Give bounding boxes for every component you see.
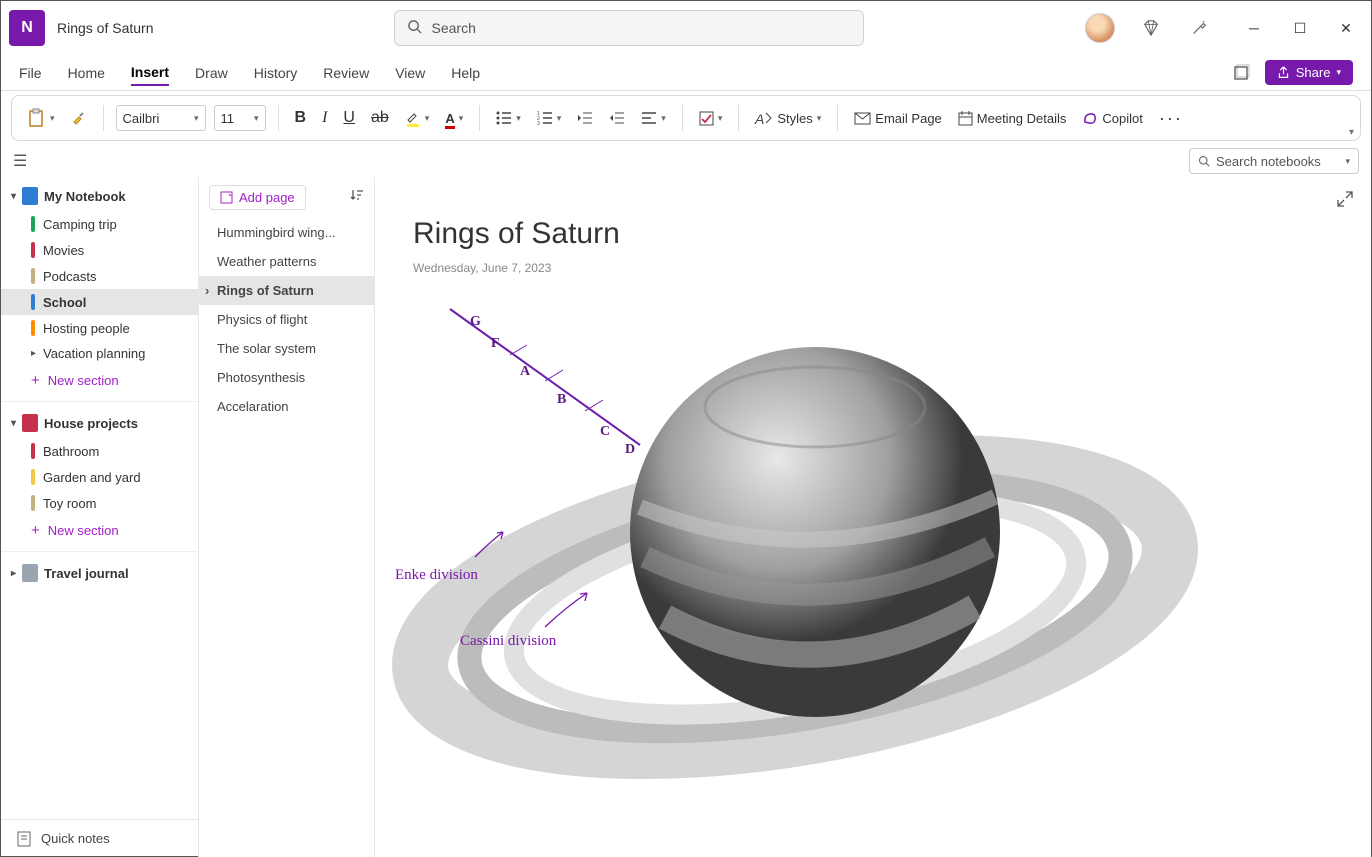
bold-button[interactable]: B <box>291 105 311 131</box>
menu-help[interactable]: Help <box>451 61 480 85</box>
page-item[interactable]: Rings of Saturn <box>199 276 374 305</box>
maximize-button[interactable]: ☐ <box>1291 19 1309 37</box>
tools-icon[interactable] <box>1187 16 1211 40</box>
share-label: Share <box>1296 65 1331 80</box>
page-item[interactable]: The solar system <box>199 334 374 363</box>
menu-home[interactable]: Home <box>68 61 105 85</box>
meeting-details-button[interactable]: Meeting Details <box>954 107 1071 130</box>
search-input[interactable]: Search <box>394 10 864 46</box>
page-item[interactable]: Accelaration <box>199 392 374 421</box>
secondary-bar: ☰ Search notebooks ▾ <box>1 145 1371 177</box>
strike-button[interactable]: ab <box>367 105 393 131</box>
section-item[interactable]: Hosting people <box>1 315 198 341</box>
bullets-button[interactable]: ▾ <box>492 107 525 129</box>
page-date: Wednesday, June 7, 2023 <box>413 261 551 275</box>
menu-file[interactable]: File <box>19 61 42 85</box>
new-section-button[interactable]: +New section <box>1 366 198 395</box>
indent-button[interactable] <box>605 107 629 129</box>
menu-view[interactable]: View <box>395 61 425 85</box>
page-item[interactable]: Weather patterns <box>199 247 374 276</box>
ring-label-b: B <box>557 392 566 407</box>
format-painter[interactable] <box>67 106 91 130</box>
tag-button[interactable]: ▾ <box>695 107 727 130</box>
section-item[interactable]: ▸Vacation planning <box>1 341 198 366</box>
new-section-button[interactable]: +New section <box>1 516 198 545</box>
document-title: Rings of Saturn <box>57 20 154 36</box>
notebook-header[interactable]: ▸Travel journal <box>1 558 198 588</box>
menu-history[interactable]: History <box>254 61 298 85</box>
ribbon: ▾ Cailbri▾ 11▾ B I U ab ▾ A▾ ▾ 123▾ ▾ ▾ … <box>11 95 1361 141</box>
search-notebooks-placeholder: Search notebooks <box>1216 154 1321 169</box>
app-icon: N <box>9 10 45 46</box>
canvas[interactable]: Rings of Saturn Wednesday, June 7, 2023 <box>375 177 1371 857</box>
search-notebooks-input[interactable]: Search notebooks ▾ <box>1189 148 1359 174</box>
menu-bar: File Home Insert Draw History Review Vie… <box>1 55 1371 91</box>
sort-pages-icon[interactable] <box>350 188 364 207</box>
styles-button[interactable]: AStyles▾ <box>751 106 825 130</box>
more-button[interactable]: ··· <box>1155 104 1187 133</box>
highlight-button[interactable]: ▾ <box>401 105 434 131</box>
section-item[interactable]: Movies <box>1 237 198 263</box>
email-page-button[interactable]: Email Page <box>850 107 945 130</box>
ring-label-f: F <box>491 336 500 351</box>
notebook-header[interactable]: ▾My Notebook <box>1 181 198 211</box>
quick-notes-label: Quick notes <box>41 831 110 846</box>
page-title[interactable]: Rings of Saturn <box>413 217 620 251</box>
page-list: Add page Hummingbird wing...Weather patt… <box>199 177 375 857</box>
section-item[interactable]: Camping trip <box>1 211 198 237</box>
close-button[interactable]: ✕ <box>1337 19 1355 37</box>
diamond-icon[interactable] <box>1139 16 1163 40</box>
annotation-enke: Enke division <box>395 567 478 583</box>
hamburger-icon[interactable]: ☰ <box>13 151 27 171</box>
ribbon-expand-icon[interactable]: ▾ <box>1349 127 1354 138</box>
avatar[interactable] <box>1085 13 1115 43</box>
italic-button[interactable]: I <box>318 105 331 131</box>
notebook-nav: ▾My NotebookCamping tripMoviesPodcastsSc… <box>1 177 199 857</box>
svg-text:3: 3 <box>537 121 540 127</box>
page-item[interactable]: Hummingbird wing... <box>199 218 374 247</box>
search-placeholder: Search <box>432 20 476 36</box>
copilot-button[interactable]: Copilot <box>1078 106 1146 130</box>
align-button[interactable]: ▾ <box>637 107 670 129</box>
section-item[interactable]: Podcasts <box>1 263 198 289</box>
ring-label-a: A <box>520 364 531 379</box>
outdent-button[interactable] <box>573 107 597 129</box>
ring-label-d: D <box>625 442 635 457</box>
title-bar: N Rings of Saturn Search ─ ☐ ✕ <box>1 1 1371 55</box>
section-item[interactable]: Garden and yard <box>1 464 198 490</box>
share-button[interactable]: Share ▾ <box>1265 60 1353 85</box>
page-item[interactable]: Photosynthesis <box>199 363 374 392</box>
menu-draw[interactable]: Draw <box>195 61 228 85</box>
section-item[interactable]: Toy room <box>1 490 198 516</box>
menu-insert[interactable]: Insert <box>131 60 169 86</box>
font-color-button[interactable]: A▾ <box>441 107 467 130</box>
underline-button[interactable]: U <box>339 105 359 131</box>
annotation-cassini: Cassini division <box>460 633 557 649</box>
add-page-label: Add page <box>239 190 295 205</box>
page-item[interactable]: Physics of flight <box>199 305 374 334</box>
svg-text:A: A <box>754 111 764 127</box>
section-item[interactable]: Bathroom <box>1 438 198 464</box>
paste-button[interactable]: ▾ <box>24 104 59 132</box>
ring-label-c: C <box>600 424 610 439</box>
minimize-button[interactable]: ─ <box>1245 19 1263 37</box>
add-page-button[interactable]: Add page <box>209 185 306 210</box>
expand-icon[interactable] <box>1337 191 1353 212</box>
search-icon <box>407 19 422 37</box>
fullscreen-icon[interactable] <box>1229 61 1253 85</box>
saturn-illustration: G F A B C D Enke division <box>395 297 1215 857</box>
font-size-select[interactable]: 11▾ <box>214 105 266 131</box>
quick-notes-button[interactable]: Quick notes <box>1 819 198 857</box>
notebook-header[interactable]: ▾House projects <box>1 408 198 438</box>
section-item[interactable]: School <box>1 289 198 315</box>
menu-review[interactable]: Review <box>323 61 369 85</box>
font-select[interactable]: Cailbri▾ <box>116 105 206 131</box>
numbering-button[interactable]: 123▾ <box>533 107 566 129</box>
ring-label-g: G <box>470 314 481 329</box>
